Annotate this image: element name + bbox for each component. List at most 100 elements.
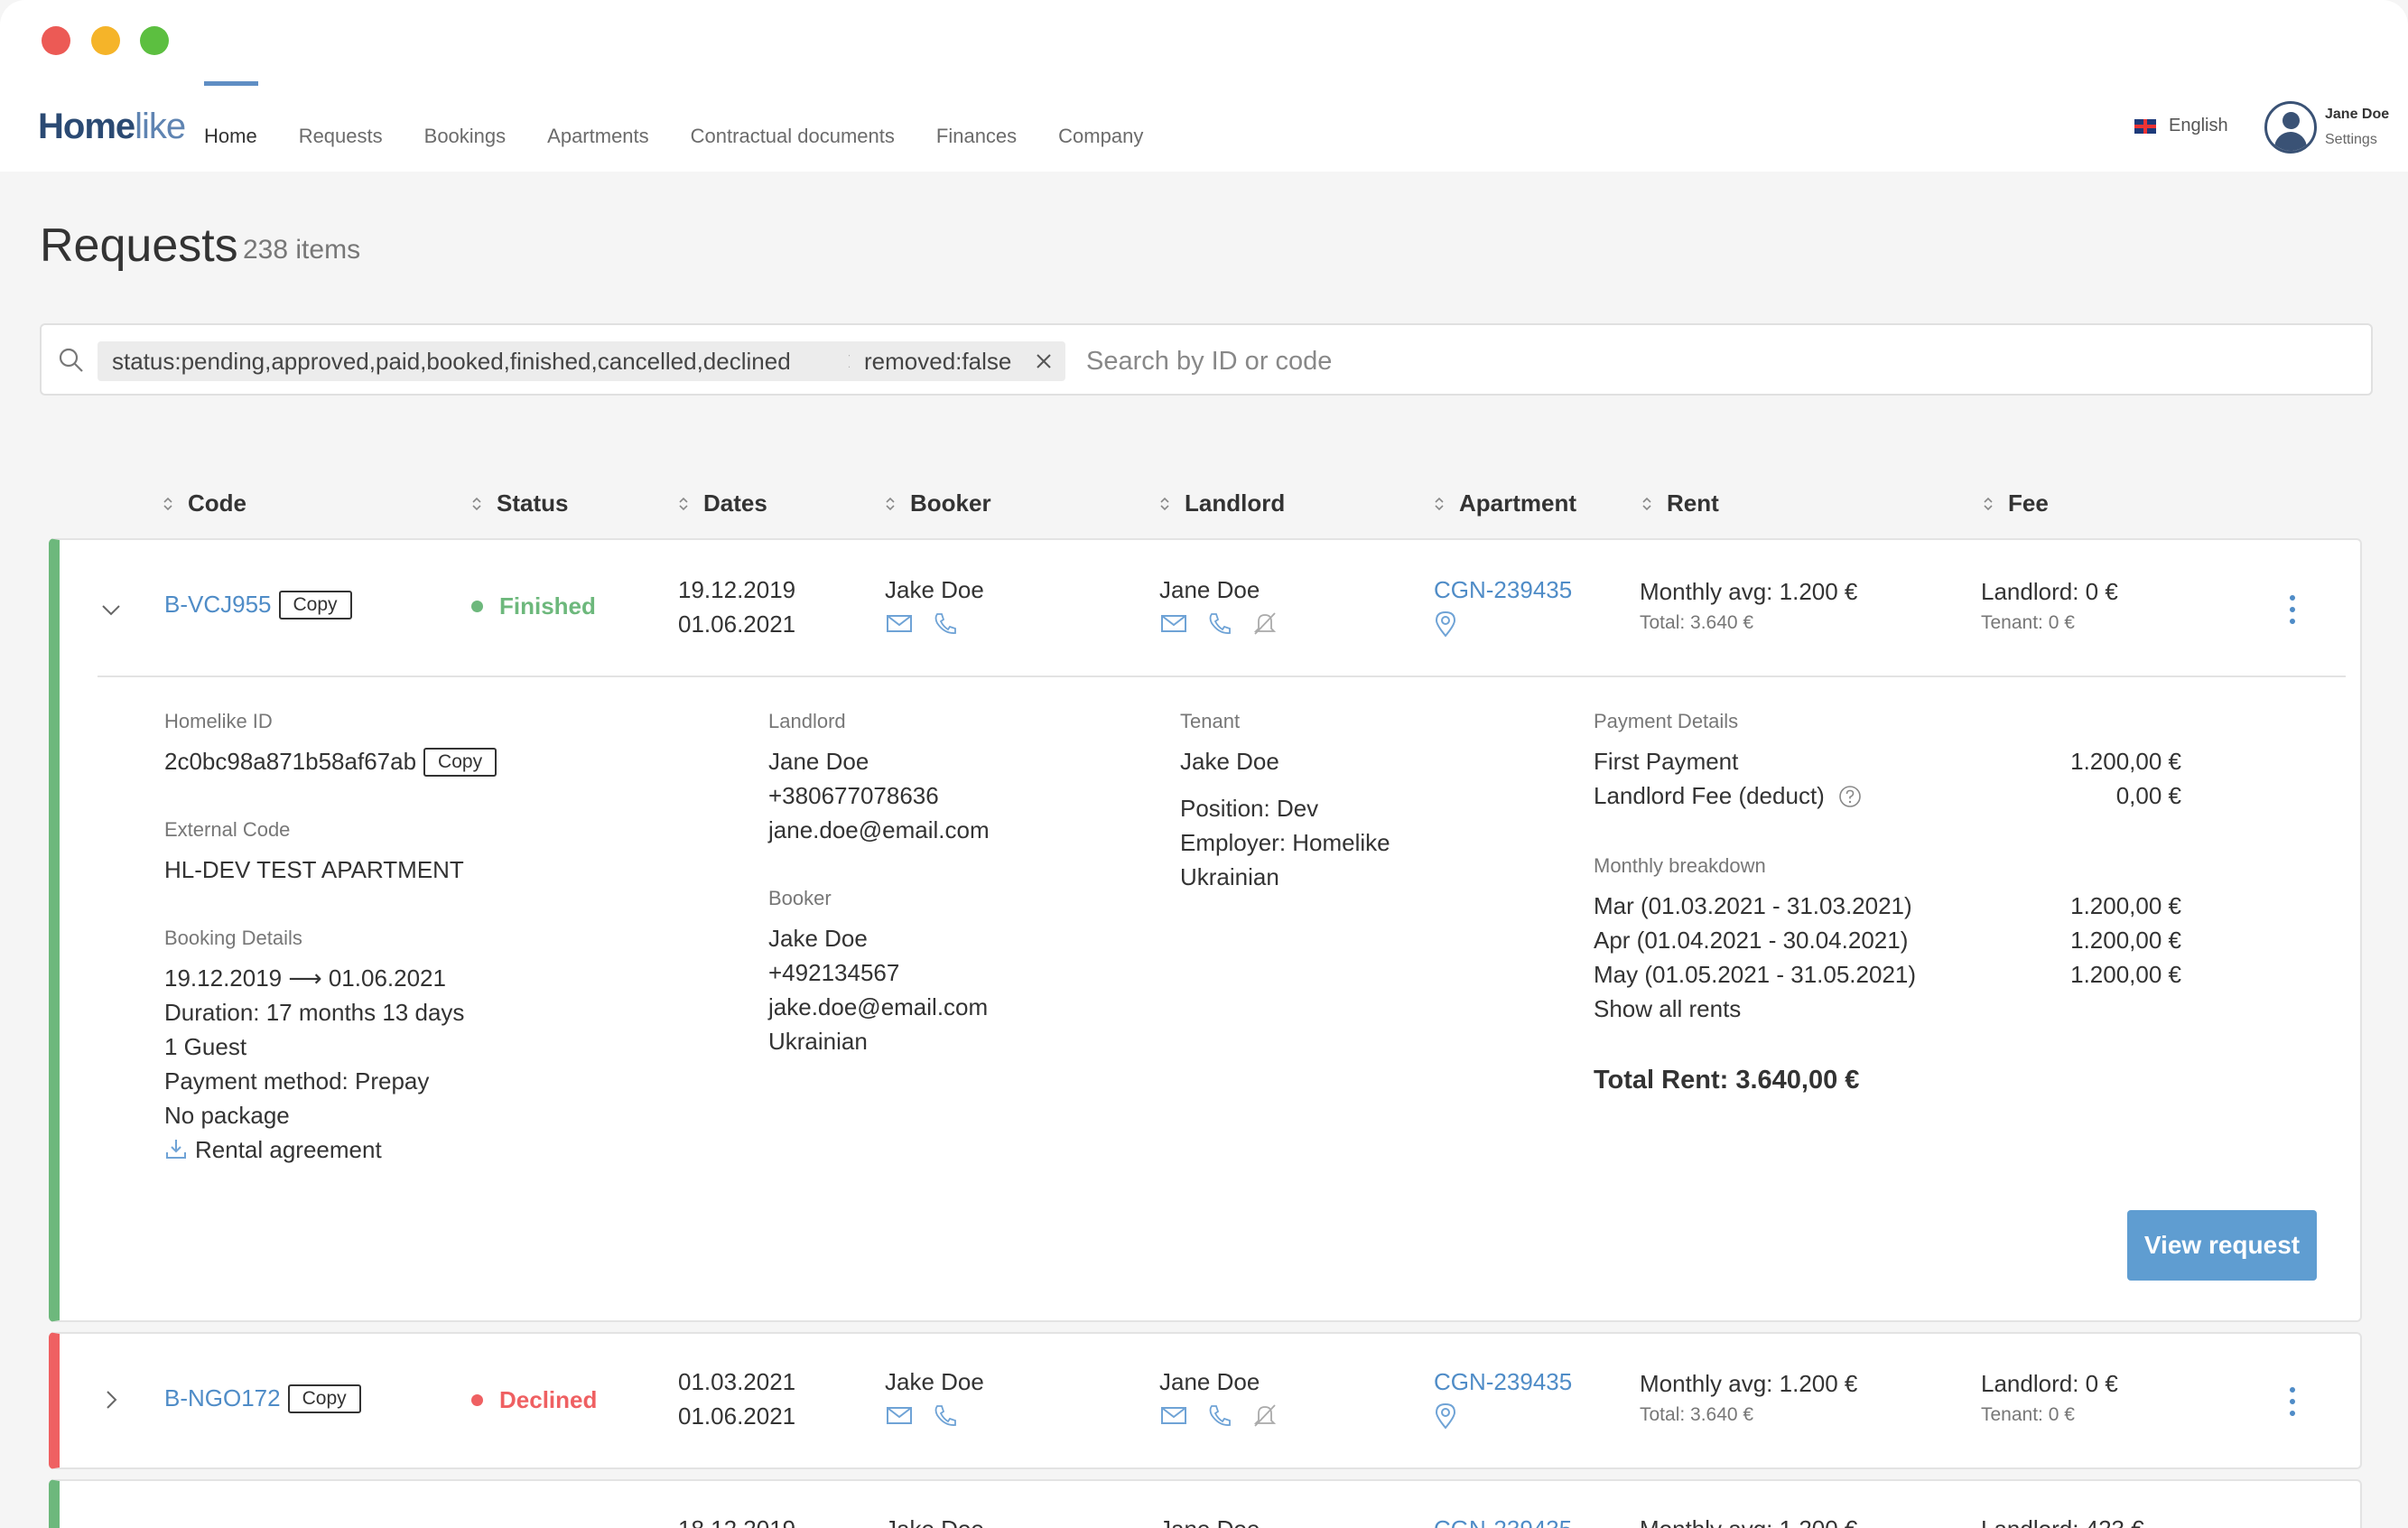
phone-icon[interactable] bbox=[930, 610, 961, 636]
more-options-icon[interactable] bbox=[2288, 594, 2297, 625]
maximize-window-button[interactable] bbox=[140, 26, 169, 55]
column-header-booker[interactable]: Booker bbox=[885, 489, 991, 517]
column-header-status[interactable]: Status bbox=[471, 489, 568, 517]
search-input[interactable] bbox=[1086, 341, 2350, 381]
mail-icon[interactable] bbox=[885, 1402, 916, 1428]
column-header-dates[interactable]: Dates bbox=[678, 489, 767, 517]
mail-icon[interactable] bbox=[1159, 610, 1190, 636]
booker-email-link[interactable]: jake.doe@email.com bbox=[768, 990, 988, 1024]
total-rent: Total Rent: 3.640,00 € bbox=[1594, 1066, 1860, 1095]
user-avatar[interactable] bbox=[2264, 101, 2317, 154]
rental-agreement-label: Rental agreement bbox=[195, 1136, 382, 1163]
first-payment-label: First Payment bbox=[1594, 748, 1739, 775]
request-code-link[interactable]: B-NGO172 bbox=[164, 1384, 281, 1412]
request-row-expanded[interactable]: B-VCJ955 Copy Finished 19.12.2019 01.06.2… bbox=[49, 538, 2362, 1322]
copy-code-button[interactable]: Copy bbox=[278, 591, 352, 620]
view-request-button[interactable]: View request bbox=[2127, 1210, 2317, 1281]
landlord-email-link[interactable]: jane.doe@email.com bbox=[768, 813, 990, 847]
map-pin-icon[interactable] bbox=[1434, 1402, 1457, 1430]
copy-code-button[interactable]: Copy bbox=[287, 1384, 361, 1413]
bell-off-icon[interactable] bbox=[1250, 610, 1280, 636]
phone-icon[interactable] bbox=[930, 1402, 961, 1428]
language-selector[interactable]: English bbox=[2134, 116, 2228, 136]
close-icon[interactable] bbox=[1035, 352, 1053, 370]
nav-item-requests[interactable]: Requests bbox=[299, 81, 383, 172]
apartment-link[interactable]: CGN-239435 bbox=[1434, 576, 1572, 604]
tenant-label: Tenant bbox=[1180, 710, 1241, 732]
first-payment-amount: 1.200,00 € bbox=[2070, 748, 2181, 775]
date-from: 01.03.2021 bbox=[678, 1368, 796, 1395]
help-icon[interactable] bbox=[1838, 785, 1862, 808]
search-bar[interactable]: status:pending,approved,paid,booked,fini… bbox=[40, 323, 2373, 396]
column-header-label: Booker bbox=[910, 489, 991, 517]
sort-icon bbox=[1642, 497, 1651, 510]
date-to: 01.06.2021 bbox=[678, 1402, 796, 1430]
status-dot bbox=[471, 600, 483, 612]
column-header-rent[interactable]: Rent bbox=[1641, 489, 1719, 517]
filter-chip-status[interactable]: status:pending,approved,paid,booked,fini… bbox=[98, 341, 878, 381]
booker-phone-link[interactable]: +492134567 bbox=[768, 955, 899, 990]
chevron-right-icon[interactable] bbox=[101, 1390, 121, 1410]
status-label: Finished bbox=[499, 592, 596, 620]
user-settings-link[interactable]: Settings bbox=[2325, 132, 2377, 148]
homelike-id-label: Homelike ID bbox=[164, 710, 273, 732]
minimize-window-button[interactable] bbox=[91, 26, 120, 55]
tenant-employer: Employer: Homelike bbox=[1180, 829, 1390, 856]
request-code-link[interactable]: B-VCJ955 bbox=[164, 591, 272, 618]
landlord-contact-icons bbox=[1159, 1402, 1280, 1428]
user-name[interactable]: Jane Doe bbox=[2325, 107, 2389, 123]
column-header-label: Landlord bbox=[1185, 489, 1286, 517]
chevron-down-icon[interactable] bbox=[101, 600, 121, 620]
sort-icon bbox=[1984, 497, 1993, 510]
nav-item-company[interactable]: Company bbox=[1058, 81, 1143, 172]
mail-icon[interactable] bbox=[885, 610, 916, 636]
request-code-cell: B-NGO172 Copy bbox=[164, 1384, 361, 1415]
top-navigation: Homelike Home Requests Bookings Apartmen… bbox=[0, 81, 2408, 172]
title-bar bbox=[0, 0, 2408, 81]
landlord-name: Jane Doe bbox=[1159, 1515, 1260, 1528]
filter-chip-removed[interactable]: removed:false bbox=[850, 341, 1065, 381]
column-header-code[interactable]: Code bbox=[163, 489, 246, 517]
sort-icon bbox=[886, 497, 895, 510]
rent-total: Total: 3.640 € bbox=[1640, 612, 1754, 633]
booker-name: Jake Doe bbox=[885, 1368, 984, 1395]
copy-id-button[interactable]: Copy bbox=[423, 748, 497, 777]
landlord-phone-link[interactable]: +380677078636 bbox=[768, 778, 939, 813]
close-window-button[interactable] bbox=[42, 26, 70, 55]
mail-icon[interactable] bbox=[1159, 1402, 1190, 1428]
rental-agreement-link[interactable]: Rental agreement bbox=[164, 1132, 382, 1167]
booking-duration: Duration: 17 months 13 days bbox=[164, 999, 465, 1026]
nav-item-home[interactable]: Home bbox=[204, 81, 258, 172]
breakdown-period: May (01.05.2021 - 31.05.2021) bbox=[1594, 961, 1917, 988]
booker-name: Jake Doe bbox=[885, 1515, 984, 1528]
phone-icon[interactable] bbox=[1204, 610, 1235, 636]
external-code: HL-DEV TEST APARTMENT bbox=[164, 856, 464, 883]
map-pin-icon[interactable] bbox=[1434, 610, 1457, 638]
payment-method: Payment method: Prepay bbox=[164, 1067, 430, 1095]
column-header-apartment[interactable]: Apartment bbox=[1434, 489, 1576, 517]
bell-off-icon[interactable] bbox=[1250, 1402, 1280, 1428]
more-options-icon[interactable] bbox=[2288, 1386, 2297, 1417]
request-row[interactable]: B-NGO172 Copy Declined 01.03.2021 01.06.2… bbox=[49, 1332, 2362, 1469]
main-nav: Home Requests Bookings Apartments Contra… bbox=[204, 81, 1185, 172]
sort-icon bbox=[679, 497, 688, 510]
nav-item-finances[interactable]: Finances bbox=[936, 81, 1017, 172]
download-icon bbox=[166, 1140, 186, 1159]
rent-monthly: Monthly avg: 1.200 € bbox=[1640, 1515, 1857, 1528]
search-icon bbox=[59, 348, 83, 372]
booking-guests: 1 Guest bbox=[164, 1033, 247, 1060]
apartment-link[interactable]: CGN-239435 bbox=[1434, 1368, 1572, 1396]
show-all-rents-link[interactable]: Show all rents bbox=[1594, 992, 1741, 1026]
nav-item-bookings[interactable]: Bookings bbox=[424, 81, 507, 172]
column-header-landlord[interactable]: Landlord bbox=[1159, 489, 1285, 517]
nav-item-contractual-documents[interactable]: Contractual documents bbox=[691, 81, 895, 172]
nav-item-apartments[interactable]: Apartments bbox=[547, 81, 649, 172]
request-row[interactable]: 18.12.2019 Jake Doe Jane Doe CGN-239435 … bbox=[49, 1479, 2362, 1528]
homelike-logo[interactable]: Homelike bbox=[38, 107, 186, 147]
status-badge: Finished bbox=[471, 592, 596, 620]
phone-icon[interactable] bbox=[1204, 1402, 1235, 1428]
booker-contact-icons bbox=[885, 1402, 961, 1428]
column-header-label: Dates bbox=[703, 489, 767, 517]
column-header-fee[interactable]: Fee bbox=[1983, 489, 2049, 517]
apartment-link[interactable]: CGN-239435 bbox=[1434, 1515, 1572, 1528]
